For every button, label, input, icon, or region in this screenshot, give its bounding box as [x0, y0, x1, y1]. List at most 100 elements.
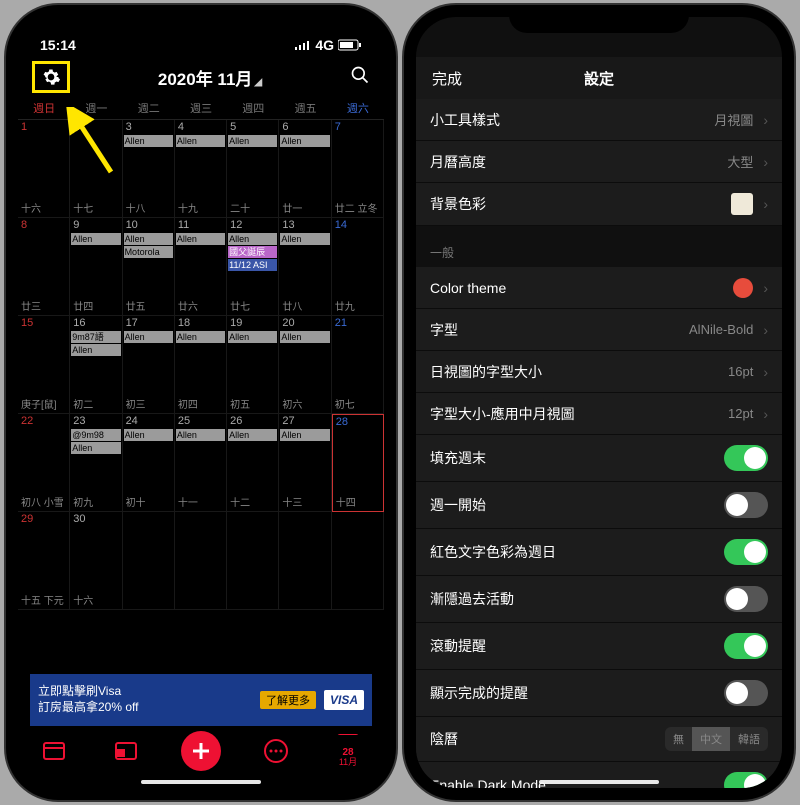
- calendar-cell[interactable]: 7廿二 立冬: [332, 120, 384, 218]
- settings-row[interactable]: Color theme›: [416, 267, 782, 309]
- calendar-cell[interactable]: [123, 512, 175, 610]
- calendar-cell[interactable]: 20Allen初六: [279, 316, 331, 414]
- toggle-switch[interactable]: [724, 680, 768, 706]
- ad-banner[interactable]: 立即點擊刷Visa 訂房最高拿20% off 了解更多 VISA: [30, 674, 372, 726]
- calendar-cell[interactable]: 9Allen廿四: [70, 218, 122, 316]
- calendar-cell[interactable]: 8廿三: [18, 218, 70, 316]
- calendar-cell[interactable]: 1十六: [18, 120, 70, 218]
- row-label: 紅色文字色彩為週日: [430, 542, 556, 562]
- search-button[interactable]: [350, 65, 370, 90]
- settings-row[interactable]: 陰曆無中文韓語: [416, 717, 782, 762]
- lunar-label: 廿七: [230, 298, 250, 313]
- settings-row[interactable]: 週一開始: [416, 482, 782, 529]
- calendar-cell[interactable]: 17Allen初三: [123, 316, 175, 414]
- settings-row[interactable]: 字型AlNile-Bold›: [416, 309, 782, 351]
- calendar-grid[interactable]: 1十六2十七3Allen十八4Allen十九5Allen二十6Allen廿一7廿…: [18, 120, 384, 610]
- calendar-cell[interactable]: 4Allen十九: [175, 120, 227, 218]
- row-value: 12pt›: [728, 406, 768, 422]
- calendar-cell[interactable]: 10AllenMotorola廿五: [123, 218, 175, 316]
- calendar-cell[interactable]: 5Allen二十: [227, 120, 279, 218]
- settings-row[interactable]: 字型大小-應用中月視圖12pt›: [416, 393, 782, 435]
- day-number: 27: [282, 415, 294, 427]
- events: Allen: [124, 429, 173, 441]
- calendar-cell[interactable]: 18Allen初四: [175, 316, 227, 414]
- calendar-cell[interactable]: 169m87語Allen初二: [70, 316, 122, 414]
- chevron-right-icon: ›: [763, 364, 768, 380]
- settings-list[interactable]: 小工具樣式月視圖›月曆高度大型›背景色彩›一般Color theme›字型AlN…: [416, 99, 782, 788]
- lunar-label: 初八 小雪: [21, 494, 64, 509]
- events: Allen: [176, 331, 225, 343]
- calendar-cell[interactable]: 13Allen廿八: [279, 218, 331, 316]
- day-number: 4: [178, 121, 184, 133]
- settings-row[interactable]: 月曆高度大型›: [416, 141, 782, 183]
- events: Allen: [280, 135, 329, 147]
- calendar-cell[interactable]: [332, 512, 384, 610]
- calendar-cell[interactable]: 24Allen初十: [123, 414, 175, 512]
- tab-week[interactable]: [109, 734, 143, 768]
- color-swatch: [731, 193, 753, 215]
- settings-row[interactable]: 日視圖的字型大小16pt›: [416, 351, 782, 393]
- battery-icon: [338, 39, 362, 51]
- day-number: 16: [73, 317, 85, 329]
- calendar-cell[interactable]: 19Allen初五: [227, 316, 279, 414]
- segment-option[interactable]: 中文: [692, 727, 730, 751]
- calendar-cell[interactable]: 27Allen十三: [279, 414, 331, 512]
- weekday-label: 週六: [332, 97, 384, 119]
- done-button[interactable]: 完成: [432, 68, 462, 89]
- calendar-cell[interactable]: 21初七: [332, 316, 384, 414]
- segmented-control[interactable]: 無中文韓語: [665, 727, 768, 751]
- ad-cta[interactable]: 了解更多: [260, 691, 316, 709]
- phone-settings: 完成 設定 小工具樣式月視圖›月曆高度大型›背景色彩›一般Color theme…: [404, 5, 794, 800]
- settings-row[interactable]: 顯示完成的提醒: [416, 670, 782, 717]
- toggle-switch[interactable]: [724, 445, 768, 471]
- settings-button-highlight[interactable]: [32, 61, 70, 93]
- calendar-cell[interactable]: [227, 512, 279, 610]
- row-label: 週一開始: [430, 495, 486, 515]
- calendar-cell[interactable]: [175, 512, 227, 610]
- add-button[interactable]: [181, 731, 221, 771]
- toggle-switch[interactable]: [724, 492, 768, 518]
- settings-row[interactable]: Enable Dark Mode: [416, 762, 782, 788]
- calendar-cell[interactable]: 3Allen十八: [123, 120, 175, 218]
- segment-option[interactable]: 無: [665, 727, 692, 751]
- screen-settings: 完成 設定 小工具樣式月視圖›月曆高度大型›背景色彩›一般Color theme…: [416, 17, 782, 788]
- calendar-cell[interactable]: 6Allen廿一: [279, 120, 331, 218]
- settings-row[interactable]: 小工具樣式月視圖›: [416, 99, 782, 141]
- toggle-switch[interactable]: [724, 772, 768, 788]
- calendar-cell[interactable]: [279, 512, 331, 610]
- toggle-switch[interactable]: [724, 586, 768, 612]
- calendar-cell[interactable]: 28十四: [332, 414, 384, 512]
- tab-more[interactable]: [259, 734, 293, 768]
- lunar-label: 初十: [126, 494, 146, 509]
- calendar-cell[interactable]: 12Allen國父誕辰11/12 ASI廿七: [227, 218, 279, 316]
- month-title[interactable]: 2020年 11月◢: [158, 65, 262, 90]
- day-number: 21: [335, 317, 347, 329]
- home-indicator[interactable]: [141, 780, 261, 784]
- calendar-cell[interactable]: 11Allen廿六: [175, 218, 227, 316]
- settings-row[interactable]: 滾動提醒: [416, 623, 782, 670]
- home-indicator[interactable]: [539, 780, 659, 784]
- settings-row[interactable]: 背景色彩›: [416, 183, 782, 226]
- phone-calendar: 15:14 4G 2020年 11月◢ 週日週一週二週三週四週五週六 1十六2十…: [6, 5, 396, 800]
- tab-today[interactable]: 2811月: [331, 734, 365, 768]
- settings-row[interactable]: 漸隱過去活動: [416, 576, 782, 623]
- lunar-label: 廿八: [282, 298, 302, 313]
- calendar-cell[interactable]: 23@9m98Allen初九: [70, 414, 122, 512]
- calendar-cell[interactable]: 14廿九: [332, 218, 384, 316]
- lunar-label: 十九: [178, 200, 198, 215]
- settings-row[interactable]: 填充週末: [416, 435, 782, 482]
- lunar-label: 廿四: [73, 298, 93, 313]
- segment-option[interactable]: 韓語: [730, 727, 768, 751]
- calendar-cell[interactable]: 26Allen十二: [227, 414, 279, 512]
- settings-row[interactable]: 紅色文字色彩為週日: [416, 529, 782, 576]
- calendar-cell[interactable]: 29十五 下元: [18, 512, 70, 610]
- calendar-cell[interactable]: 25Allen十一: [175, 414, 227, 512]
- toggle-switch[interactable]: [724, 633, 768, 659]
- weekday-label: 週二: [123, 97, 175, 119]
- lunar-label: 初三: [126, 396, 146, 411]
- calendar-cell[interactable]: 15庚子[鼠]: [18, 316, 70, 414]
- tab-day[interactable]: [37, 734, 71, 768]
- calendar-cell[interactable]: 30十六: [70, 512, 122, 610]
- calendar-cell[interactable]: 22初八 小雪: [18, 414, 70, 512]
- toggle-switch[interactable]: [724, 539, 768, 565]
